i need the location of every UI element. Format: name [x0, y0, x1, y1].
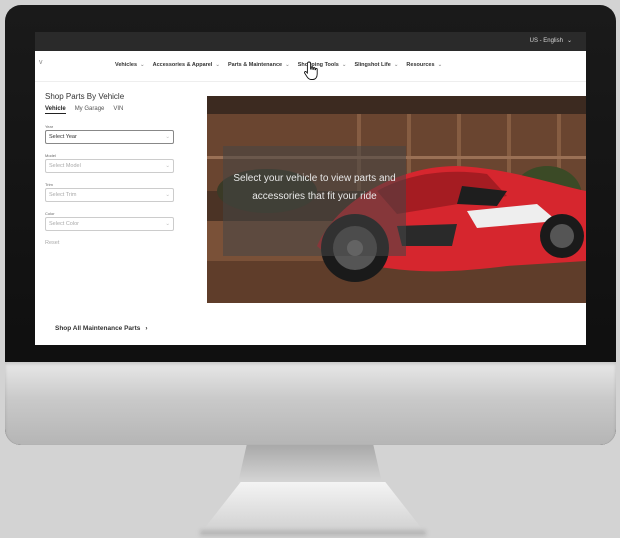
year-select[interactable]: Select Year ⌄ — [45, 130, 174, 144]
chevron-down-icon: ⌄ — [165, 192, 170, 198]
top-utility-bar: US - English ⌄ — [35, 32, 586, 51]
chevron-down-icon: ⌄ — [393, 62, 399, 68]
chevron-down-icon: ⌄ — [341, 62, 347, 68]
color-select[interactable]: Select Color ⌄ — [45, 217, 174, 231]
hand-cursor-icon — [304, 61, 318, 80]
panel-title: Shop Parts By Vehicle — [45, 92, 125, 101]
model-select-value: Select Model — [49, 163, 81, 169]
tab-vehicle[interactable]: Vehicle — [45, 106, 66, 114]
brand-logo[interactable]: v — [39, 59, 43, 66]
trim-select-value: Select Trim — [49, 192, 77, 198]
year-select-value: Select Year — [49, 134, 77, 140]
hero-caption-box: Select your vehicle to view parts and ac… — [223, 146, 406, 256]
chevron-down-icon: ⌄ — [140, 62, 145, 68]
shop-all-maintenance-link[interactable]: Shop All Maintenance Parts › — [55, 325, 148, 332]
tab-my-garage[interactable]: My Garage — [75, 106, 105, 114]
monitor-stand-neck — [238, 445, 382, 483]
screen: US - English ⌄ v Vehicles ⌄ Accessories & … — [35, 32, 586, 345]
color-select-value: Select Color — [49, 221, 79, 227]
chevron-down-icon: ⌄ — [566, 38, 572, 44]
trim-label: Trim — [45, 182, 53, 187]
trim-select[interactable]: Select Trim ⌄ — [45, 188, 174, 202]
shop-all-label: Shop All Maintenance Parts — [55, 325, 141, 332]
chevron-down-icon: ⌄ — [165, 221, 170, 227]
nav-item-accessories[interactable]: Accessories & Apparel ⌄ — [153, 62, 220, 68]
tab-vin[interactable]: VIN — [113, 106, 123, 114]
nav-item-slingshot-life[interactable]: Slingshot Life ⌄ — [354, 62, 398, 68]
reset-link[interactable]: Reset — [45, 240, 180, 246]
chevron-right-icon: › — [145, 325, 148, 332]
year-label: Year — [45, 124, 54, 129]
nav-item-parts[interactable]: Parts & Maintenance ⌄ — [228, 62, 290, 68]
chevron-down-icon: ⌄ — [165, 134, 170, 140]
chevron-down-icon: ⌄ — [285, 62, 290, 68]
stand-shadow — [200, 530, 426, 536]
language-label: US - English — [529, 38, 563, 44]
monitor-stand-base — [200, 482, 426, 534]
language-selector[interactable]: US - English ⌄ — [530, 37, 572, 44]
color-label: Color — [45, 211, 55, 216]
hero-caption-text: Select your vehicle to view parts and ac… — [233, 173, 396, 202]
chevron-down-icon: ⌄ — [165, 163, 170, 169]
nav-item-resources[interactable]: Resources ⌄ — [406, 62, 442, 68]
selector-tabs: Vehicle My Garage VIN — [45, 106, 180, 114]
monitor-chin — [5, 362, 616, 445]
nav-item-vehicles[interactable]: Vehicles ⌄ — [115, 62, 145, 68]
model-select[interactable]: Select Model ⌄ — [45, 159, 174, 173]
model-label: Model — [45, 153, 56, 158]
nav-menu: Vehicles ⌄ Accessories & Apparel ⌄ Parts &… — [115, 62, 442, 68]
chevron-down-icon: ⌄ — [437, 62, 443, 68]
vehicle-selector-panel: Shop Parts By Vehicle Vehicle My Garage … — [45, 92, 180, 246]
chevron-down-icon: ⌄ — [215, 62, 220, 68]
hero-banner: Select your vehicle to view parts and ac… — [207, 96, 586, 303]
